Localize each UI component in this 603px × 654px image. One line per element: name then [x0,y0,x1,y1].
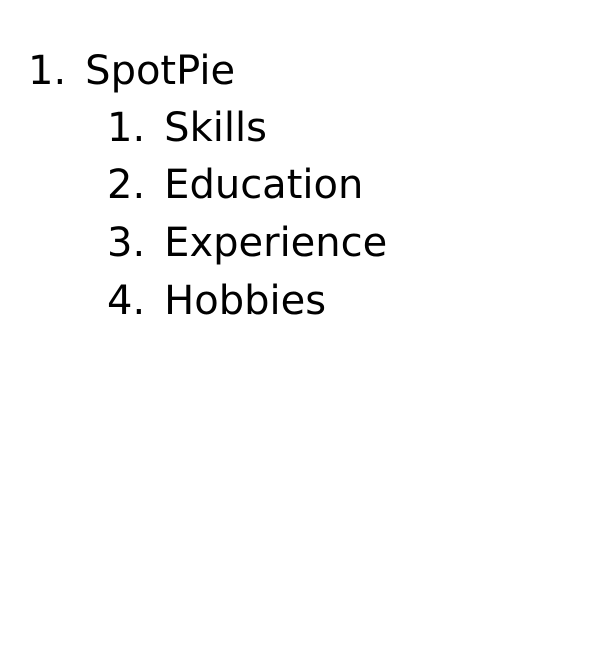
list-item-label: Hobbies [164,278,327,324]
list-number: 2. [107,162,146,208]
list-item-label: SpotPie [85,48,236,94]
list-number: 4. [107,278,146,324]
list-item-label: Skills [164,105,267,151]
list-item-hobbies: 4. Hobbies [107,281,326,321]
list-number: 1. [28,48,67,94]
list-number: 1. [107,105,146,151]
list-item-label: Experience [164,220,388,266]
list-item-education: 2. Education [107,165,363,205]
list-item-skills: 1. Skills [107,108,267,148]
list-item-experience: 3. Experience [107,223,387,263]
list-item-label: Education [164,162,364,208]
list-item-spotpie: 1. SpotPie [28,51,235,91]
list-number: 3. [107,220,146,266]
